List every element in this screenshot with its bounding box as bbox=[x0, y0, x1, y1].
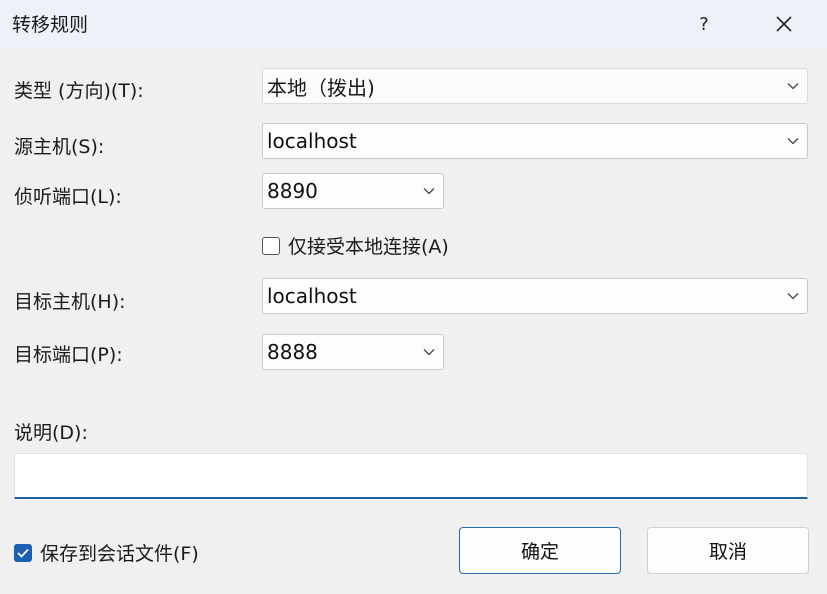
target-host-label: 目标主机(H): bbox=[14, 291, 126, 313]
save-to-session-row[interactable]: 保存到会话文件(F) bbox=[14, 539, 199, 566]
source-host-value: localhost bbox=[267, 129, 357, 153]
type-label: 类型 (方向)(T): bbox=[14, 80, 144, 102]
close-icon bbox=[776, 16, 792, 32]
listen-port-value: 8890 bbox=[267, 179, 318, 203]
dialog-title: 转移规则 bbox=[12, 14, 89, 36]
listen-port-combo[interactable]: 8890 bbox=[262, 173, 444, 209]
title-bar: 转移规则 ? bbox=[0, 0, 827, 48]
chevron-down-icon bbox=[415, 187, 443, 195]
description-input[interactable] bbox=[14, 453, 808, 499]
type-select[interactable]: 本地（拨出) bbox=[262, 68, 808, 104]
chevron-down-icon bbox=[779, 137, 807, 145]
chevron-down-icon bbox=[779, 292, 807, 300]
help-button[interactable]: ? bbox=[676, 0, 732, 48]
listen-port-label: 侦听端口(L): bbox=[14, 186, 122, 208]
source-host-label: 源主机(S): bbox=[14, 136, 105, 158]
chevron-down-icon bbox=[779, 82, 807, 90]
local-only-checkbox[interactable] bbox=[262, 236, 280, 255]
target-port-label: 目标端口(P): bbox=[14, 344, 123, 366]
local-only-checkbox-row[interactable]: 仅接受本地连接(A) bbox=[262, 232, 449, 259]
target-port-combo[interactable]: 8888 bbox=[262, 334, 444, 370]
ok-button[interactable]: 确定 bbox=[459, 527, 621, 574]
target-host-value: localhost bbox=[267, 284, 357, 308]
description-label: 说明(D): bbox=[14, 422, 88, 444]
cancel-button[interactable]: 取消 bbox=[647, 527, 809, 574]
save-to-session-checkbox[interactable] bbox=[14, 543, 32, 562]
checkmark-icon bbox=[17, 548, 29, 558]
close-button[interactable] bbox=[756, 0, 812, 48]
local-only-label: 仅接受本地连接(A) bbox=[288, 236, 449, 258]
source-host-combo[interactable]: localhost bbox=[262, 123, 808, 159]
target-host-combo[interactable]: localhost bbox=[262, 278, 808, 314]
type-select-value: 本地（拨出) bbox=[267, 75, 375, 100]
target-port-value: 8888 bbox=[267, 340, 318, 364]
save-to-session-label: 保存到会话文件(F) bbox=[40, 543, 199, 565]
chevron-down-icon bbox=[415, 348, 443, 356]
